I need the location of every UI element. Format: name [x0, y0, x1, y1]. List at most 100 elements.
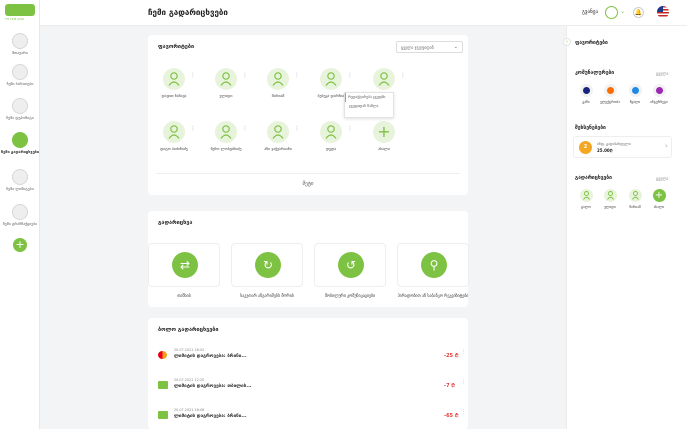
collapse-icon[interactable]: ›	[563, 38, 571, 46]
nav-label: ჩემი გადარიცხვები	[1, 149, 39, 154]
transfer-card-requisites[interactable]: ⚲	[397, 243, 469, 287]
transfer-label: თანხის	[177, 293, 191, 298]
nav-item-cards[interactable]: ჩემი ბარათები	[0, 64, 40, 100]
transaction-date: 20.07.2021 16:08	[174, 408, 205, 412]
more-icon[interactable]: ⋮	[400, 73, 406, 79]
sidebar-favorite[interactable]: ცალო	[576, 189, 596, 209]
more-icon[interactable]: ⋮	[347, 73, 353, 79]
transfer-label: საკუთარ ანგარიშებს შორის	[240, 293, 294, 298]
sidebar-add-favorite[interactable]: + ახალი	[649, 189, 669, 209]
user-icon	[267, 68, 289, 90]
internet-icon	[652, 84, 666, 97]
sidebar-favorite[interactable]: მარიამ	[625, 189, 645, 209]
utility-internet[interactable]: ინტერნეტი	[649, 84, 669, 104]
recent-transfers-panel: ბოლო გადარიცხვები 20.07.2021 16:02 ლიმიტ…	[148, 318, 468, 429]
more-icon[interactable]: ⋮	[190, 73, 196, 79]
right-sidebar: › ფავორიტები კომუნალურები ყველა გაზი ელე…	[563, 26, 687, 429]
user-icon	[215, 68, 237, 90]
favorite-label: ახალი	[378, 146, 390, 151]
transfer-card-own-accounts[interactable]: ↻	[231, 243, 303, 287]
more-icon[interactable]: ⋮	[461, 410, 466, 415]
user-icon: ⚲	[421, 252, 447, 278]
more-icon[interactable]: ⋮	[294, 73, 300, 79]
transaction-date: 20.07.2021 12:20	[174, 378, 205, 382]
logo[interactable]: TELEBANK	[5, 4, 37, 22]
transaction-desc: ლიმიტის დაგროვება: ბრინი...	[174, 414, 247, 419]
utilities-all-link[interactable]: ყველა	[656, 71, 668, 76]
nav-item-transfers[interactable]: ჩემი გადარიცხვები	[0, 132, 40, 168]
more-icon[interactable]: ⋮	[242, 73, 248, 79]
utility-label: წყალი	[629, 100, 641, 104]
chevron-down-icon[interactable]: ⌄	[620, 8, 625, 15]
favorites-title: ფავორიტები	[158, 44, 195, 50]
flag-icon[interactable]	[657, 6, 669, 18]
favorite-item[interactable]: მარიამ ⋮	[255, 68, 301, 116]
group-filter-select[interactable]: ყველა ჯგუფიდან ⌄	[396, 41, 463, 53]
favorite-item[interactable]: ნენო ლობჟანიძე ⋮	[203, 121, 249, 169]
transfer-label: პირადობით ან საბანკო რეკვიზიტები	[397, 293, 469, 298]
left-nav: TELEBANK მთავარი ჩემი ბარათები ჩემი დეპო…	[0, 0, 40, 429]
favorite-context-menu: რედაქტირება ჯგუფში ჯგუფიდან წაშლა	[344, 92, 394, 118]
header: ჩემი გადარიცხვები გვანცა ⌄ 🔔	[40, 0, 687, 26]
reminders-title: შეხსენებები	[575, 125, 606, 131]
transfer-panel: გადარიცხვა ⇄ თანხის ↻ საკუთარ ანგარიშებს…	[148, 211, 469, 307]
nav-item-limits[interactable]: ჩემი ლიმიტები	[0, 169, 40, 205]
nav-add-button[interactable]: +	[13, 238, 27, 252]
favorite-item[interactable]: დიტო ბიძინიძე ⋮	[151, 121, 197, 169]
chevron-right-icon: ›	[665, 142, 668, 150]
transfer-card-mobile[interactable]: ↺	[314, 243, 386, 287]
app: TELEBANK მთავარი ჩემი ბარათები ჩემი დეპო…	[0, 0, 687, 429]
menu-item-edit[interactable]: რედაქტირება ჯგუფში	[345, 93, 393, 102]
utility-gas[interactable]: გაზი	[576, 84, 596, 104]
favorite-item[interactable]: ანი ჯაჭვარიანი ⋮	[255, 121, 301, 169]
user-name[interactable]: გვანცა	[582, 9, 598, 15]
page-title: ჩემი გადარიცხვები	[148, 8, 228, 17]
water-icon	[628, 84, 642, 97]
more-icon[interactable]: ⋮	[347, 126, 353, 132]
sidebar-favorite-label: ვლადი	[604, 205, 616, 209]
utility-electricity[interactable]: ელექტრობა	[600, 84, 620, 104]
user-icon	[320, 121, 342, 143]
more-button[interactable]: მეტი	[148, 181, 468, 187]
gas-icon	[579, 84, 593, 97]
transaction-row[interactable]: 20.07.2021 12:20 ლიმიტის დაგროვება: თბილ…	[148, 373, 468, 399]
nav-item-deposits[interactable]: ჩემი დეპოზიტი	[0, 98, 40, 134]
utility-water[interactable]: წყალი	[625, 84, 645, 104]
nav-label: ჩემი ტრანზაქციები	[2, 221, 38, 226]
reminder-card[interactable]: 2 ინფ. გადასახდელი 25.00₾ ›	[573, 136, 672, 158]
more-icon[interactable]: ⋮	[242, 126, 248, 132]
favorite-item[interactable]: დავით ნანავა ⋮	[151, 68, 197, 116]
nav-item-transactions[interactable]: ჩემი ტრანზაქციები	[0, 204, 40, 240]
sidebar-title: ფავორიტები	[575, 40, 608, 46]
favorite-item[interactable]: ვლადი ⋮	[203, 68, 249, 116]
menu-item-remove[interactable]: ჯგუფიდან წაშლა	[349, 102, 393, 111]
favorite-label: დავით ნანავა	[161, 93, 187, 98]
transaction-row[interactable]: 20.07.2021 16:02 ლიმიტის დაგროვება: ბრინ…	[148, 343, 468, 369]
favorite-label: ვლადი	[219, 93, 233, 98]
card-icon	[158, 411, 168, 419]
sidebar-favorite-label: ახალი	[653, 205, 665, 209]
sidebar-transfers-all-link[interactable]: ყველა	[656, 176, 668, 181]
gas-icon-dot	[582, 87, 590, 94]
favorite-label: ნენო ლობჟანიძე	[210, 146, 242, 151]
more-icon[interactable]: ⋮	[461, 380, 466, 385]
user-icon	[215, 121, 237, 143]
add-favorite-button[interactable]: + ახალი	[361, 121, 407, 169]
utilities-title: კომუნალურები	[575, 70, 615, 76]
more-icon[interactable]: ⋮	[190, 126, 196, 132]
bell-icon[interactable]: 🔔	[633, 7, 644, 18]
utility-label: გაზი	[582, 100, 590, 104]
group-filter-value: ყველა ჯგუფიდან	[401, 45, 434, 50]
favorite-item[interactable]: დედა ⋮	[308, 121, 354, 169]
nav-label: ჩემი ბარათები	[6, 81, 34, 86]
home-icon	[12, 33, 28, 49]
nav-label: მთავარი	[12, 50, 28, 55]
sidebar-favorite[interactable]: ვლადი	[600, 189, 620, 209]
more-icon[interactable]: ⋮	[294, 126, 300, 132]
transfer-card-amount[interactable]: ⇄	[148, 243, 220, 287]
reminder-badge: 2	[579, 141, 592, 154]
avatar[interactable]	[605, 6, 618, 19]
favorites-panel: ფავორიტები ყველა ჯგუფიდან ⌄ დავით ნანავა…	[148, 35, 468, 195]
more-icon[interactable]: ⋮	[461, 350, 466, 355]
transaction-row[interactable]: 20.07.2021 16:08 ლიმიტის დაგროვება: ბრინ…	[148, 403, 468, 429]
